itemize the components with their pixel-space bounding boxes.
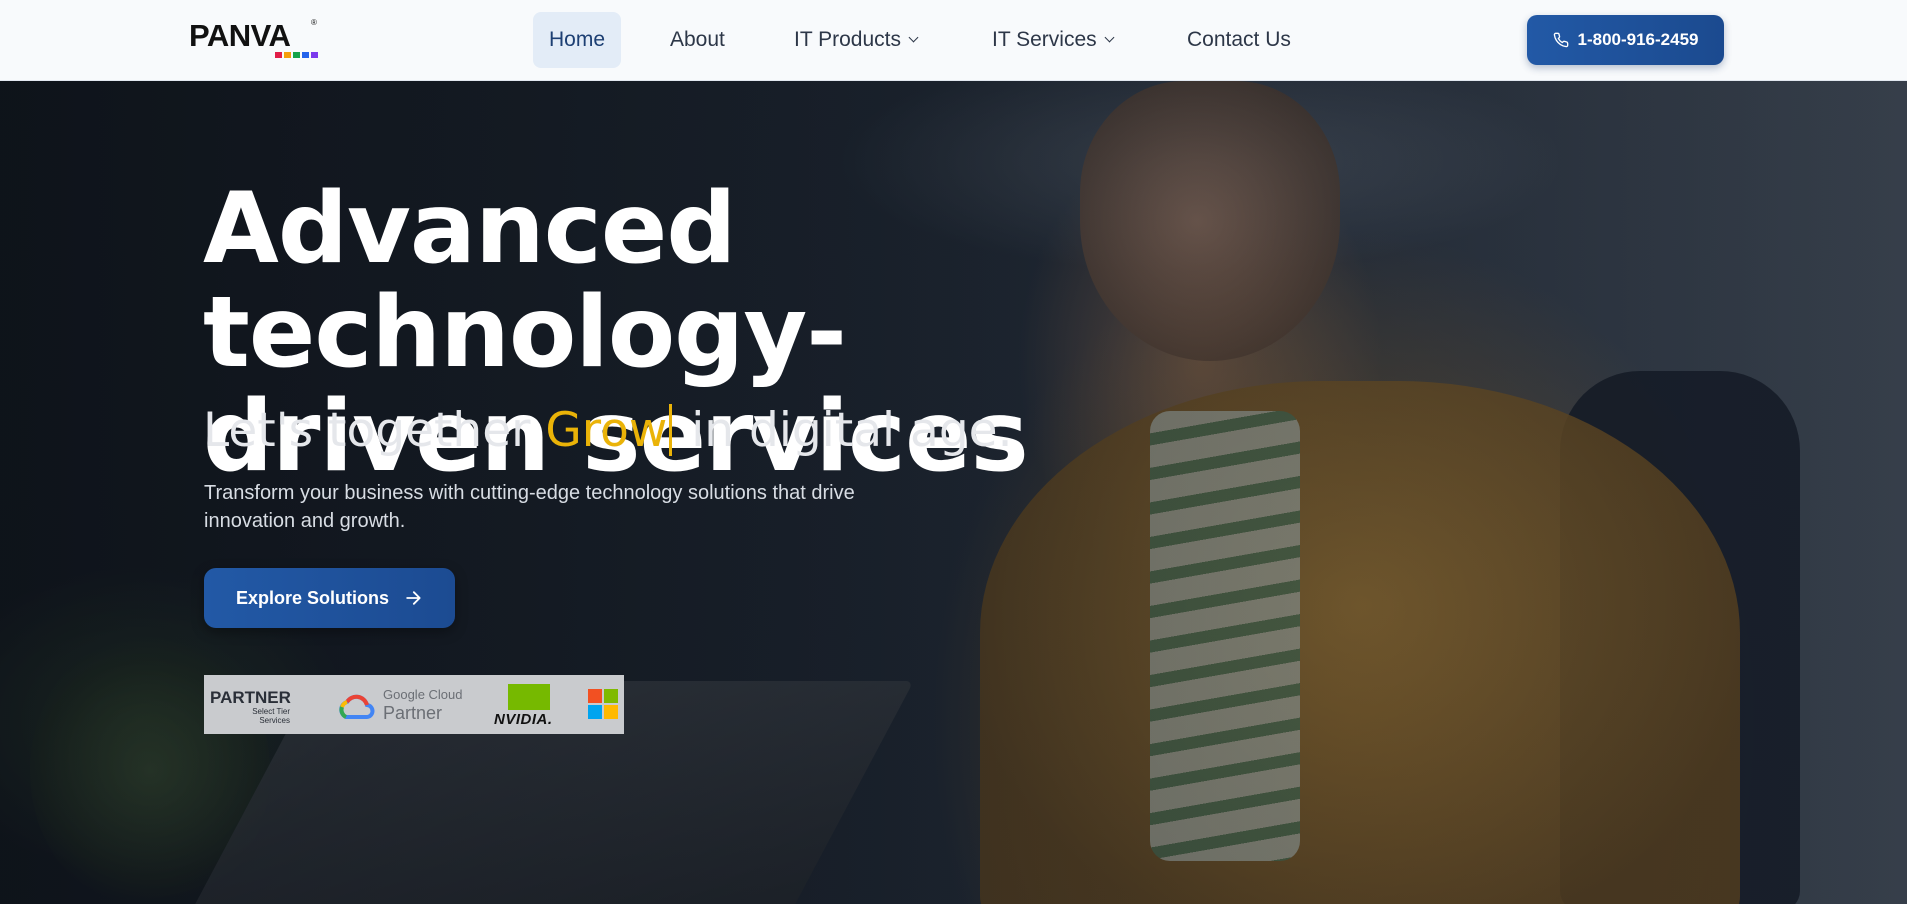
- phone-call-button[interactable]: 1-800-916-2459: [1527, 15, 1724, 65]
- nvidia-eye-icon: [508, 684, 550, 710]
- chevron-down-icon: [1104, 32, 1115, 43]
- logo-text: PANVA: [189, 18, 291, 53]
- explore-solutions-button[interactable]: Explore Solutions: [204, 568, 455, 628]
- arrow-right-icon: [406, 591, 421, 605]
- partner-logos-strip: PARTNER Select Tier Services Google Clou…: [204, 675, 624, 734]
- hero-subtitle: Let's together Grow in digital age.: [203, 401, 1013, 461]
- hero-subtitle-before: Let's together: [203, 403, 546, 458]
- logo-color-dots: [275, 52, 318, 58]
- select-tier-partner-logo: PARTNER Select Tier Services: [210, 688, 300, 726]
- hero-subtitle-highlight: Grow: [545, 403, 668, 458]
- chevron-down-icon: [908, 32, 919, 43]
- site-header: PANVA ® Home About IT Products IT Servic…: [0, 0, 1907, 81]
- hero-section: Advanced technology- driven services Let…: [0, 81, 1907, 904]
- typing-caret: [669, 404, 673, 456]
- nav-it-products-label: IT Products: [794, 28, 901, 51]
- nav-about[interactable]: About: [654, 12, 741, 68]
- nvidia-wordmark: NVIDIA.: [494, 711, 553, 728]
- microsoft-logo-icon: [588, 689, 618, 719]
- nvidia-logo: NVIDIA.: [494, 684, 564, 728]
- phone-icon: [1553, 32, 1568, 48]
- partner-services: Services: [259, 716, 290, 725]
- explore-solutions-label: Explore Solutions: [235, 587, 390, 608]
- hero-subtitle-after: in digital age.: [676, 403, 1013, 458]
- nav-home-label: Home: [549, 28, 606, 51]
- google-cloud-icon: [339, 694, 375, 719]
- hero-title-line1: Advanced technology-: [203, 172, 847, 390]
- panva-logo[interactable]: PANVA ®: [189, 18, 321, 60]
- partner-title: PARTNER: [210, 688, 291, 707]
- partner-tier: Select Tier: [252, 707, 290, 716]
- google-cloud-partner-logo: Google Cloud Partner: [332, 687, 472, 727]
- phone-number: 1-800-916-2459: [1577, 30, 1699, 49]
- nav-it-services-label: IT Services: [992, 28, 1097, 51]
- google-cloud-label: Google Cloud: [383, 687, 463, 702]
- nav-about-label: About: [670, 28, 725, 51]
- nav-it-products[interactable]: IT Products: [778, 12, 933, 68]
- nav-it-services[interactable]: IT Services: [976, 12, 1129, 68]
- nav-home[interactable]: Home: [533, 12, 622, 68]
- registered-mark: ®: [311, 18, 317, 27]
- hero-description: Transform your business with cutting-edg…: [204, 482, 855, 532]
- google-cloud-partner-label: Partner: [383, 703, 443, 723]
- nav-contact-us[interactable]: Contact Us: [1171, 12, 1307, 68]
- nav-contact-us-label: Contact Us: [1187, 28, 1291, 51]
